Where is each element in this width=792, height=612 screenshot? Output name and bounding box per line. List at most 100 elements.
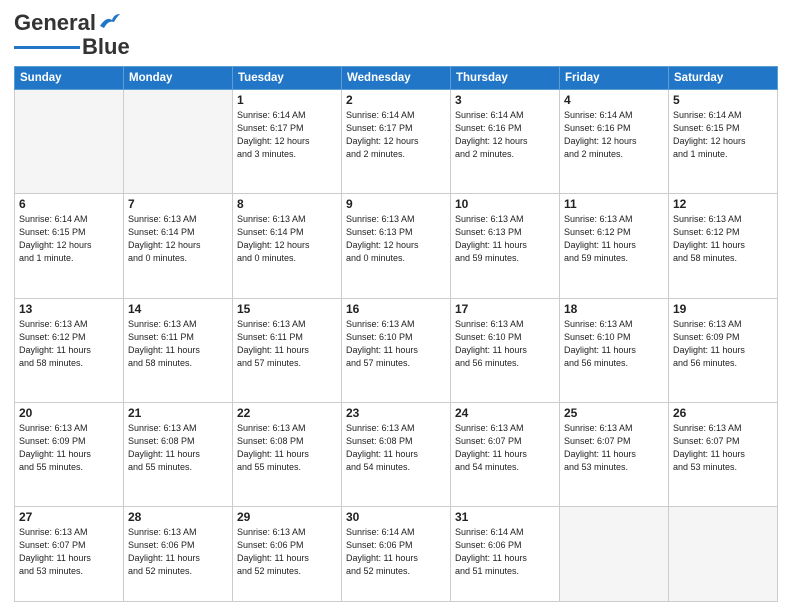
- day-number: 20: [19, 406, 119, 420]
- day-info: Sunrise: 6:14 AMSunset: 6:16 PMDaylight:…: [455, 109, 555, 161]
- day-info: Sunrise: 6:14 AMSunset: 6:15 PMDaylight:…: [19, 213, 119, 265]
- calendar-cell: 25 Sunrise: 6:13 AMSunset: 6:07 PMDayligh…: [560, 402, 669, 506]
- day-number: 5: [673, 93, 773, 107]
- logo-underline: [14, 46, 80, 49]
- calendar-cell: 12 Sunrise: 6:13 AMSunset: 6:12 PMDayligh…: [669, 194, 778, 298]
- day-info: Sunrise: 6:13 AMSunset: 6:14 PMDaylight:…: [237, 213, 337, 265]
- day-number: 7: [128, 197, 228, 211]
- calendar-cell: 28 Sunrise: 6:13 AMSunset: 6:06 PMDayligh…: [124, 507, 233, 602]
- calendar-week-row-1: 6Sunrise: 6:14 AMSunset: 6:15 PMDaylight…: [15, 194, 778, 298]
- day-number: 10: [455, 197, 555, 211]
- calendar-cell: 5 Sunrise: 6:14 AMSunset: 6:15 PMDaylight…: [669, 90, 778, 194]
- logo-general: General: [14, 10, 96, 36]
- day-info: Sunrise: 6:13 AMSunset: 6:13 PMDaylight:…: [346, 213, 446, 265]
- calendar-cell: 13 Sunrise: 6:13 AMSunset: 6:12 PMDayligh…: [15, 298, 124, 402]
- day-info: Sunrise: 6:13 AMSunset: 6:08 PMDaylight:…: [128, 422, 228, 474]
- day-number: 2: [346, 93, 446, 107]
- day-info: Sunrise: 6:13 AMSunset: 6:12 PMDaylight:…: [673, 213, 773, 265]
- day-info: Sunrise: 6:13 AMSunset: 6:07 PMDaylight:…: [673, 422, 773, 474]
- logo: General Blue: [14, 10, 130, 60]
- calendar-week-row-2: 13 Sunrise: 6:13 AMSunset: 6:12 PMDayligh…: [15, 298, 778, 402]
- day-info: Sunrise: 6:13 AMSunset: 6:11 PMDaylight:…: [237, 318, 337, 370]
- day-info: Sunrise: 6:13 AMSunset: 6:06 PMDaylight:…: [128, 526, 228, 578]
- calendar-cell: 23 Sunrise: 6:13 AMSunset: 6:08 PMDayligh…: [342, 402, 451, 506]
- calendar-cell: 1 Sunrise: 6:14 AMSunset: 6:17 PMDaylight…: [233, 90, 342, 194]
- day-number: 29: [237, 510, 337, 524]
- day-number: 21: [128, 406, 228, 420]
- day-info: Sunrise: 6:13 AMSunset: 6:08 PMDaylight:…: [346, 422, 446, 474]
- calendar-cell: 3 Sunrise: 6:14 AMSunset: 6:16 PMDaylight…: [451, 90, 560, 194]
- calendar-cell: 14 Sunrise: 6:13 AMSunset: 6:11 PMDayligh…: [124, 298, 233, 402]
- calendar-cell: 6Sunrise: 6:14 AMSunset: 6:15 PMDaylight…: [15, 194, 124, 298]
- day-info: Sunrise: 6:14 AMSunset: 6:17 PMDaylight:…: [237, 109, 337, 161]
- day-info: Sunrise: 6:13 AMSunset: 6:06 PMDaylight:…: [237, 526, 337, 578]
- calendar-header-monday: Monday: [124, 67, 233, 90]
- calendar-header-sunday: Sunday: [15, 67, 124, 90]
- calendar-cell: 20 Sunrise: 6:13 AMSunset: 6:09 PMDayligh…: [15, 402, 124, 506]
- calendar-cell: [560, 507, 669, 602]
- day-number: 27: [19, 510, 119, 524]
- day-info: Sunrise: 6:14 AMSunset: 6:15 PMDaylight:…: [673, 109, 773, 161]
- day-number: 3: [455, 93, 555, 107]
- day-info: Sunrise: 6:13 AMSunset: 6:10 PMDaylight:…: [455, 318, 555, 370]
- day-number: 11: [564, 197, 664, 211]
- day-number: 12: [673, 197, 773, 211]
- calendar-cell: 21 Sunrise: 6:13 AMSunset: 6:08 PMDayligh…: [124, 402, 233, 506]
- calendar-cell: 19 Sunrise: 6:13 AMSunset: 6:09 PMDayligh…: [669, 298, 778, 402]
- day-number: 4: [564, 93, 664, 107]
- day-number: 1: [237, 93, 337, 107]
- calendar-cell: 22 Sunrise: 6:13 AMSunset: 6:08 PMDayligh…: [233, 402, 342, 506]
- day-number: 24: [455, 406, 555, 420]
- calendar-cell: 15 Sunrise: 6:13 AMSunset: 6:11 PMDayligh…: [233, 298, 342, 402]
- calendar-cell: 24 Sunrise: 6:13 AMSunset: 6:07 PMDayligh…: [451, 402, 560, 506]
- day-info: Sunrise: 6:13 AMSunset: 6:10 PMDaylight:…: [564, 318, 664, 370]
- calendar-cell: 4Sunrise: 6:14 AMSunset: 6:16 PMDaylight…: [560, 90, 669, 194]
- day-info: Sunrise: 6:14 AMSunset: 6:06 PMDaylight:…: [346, 526, 446, 578]
- day-info: Sunrise: 6:14 AMSunset: 6:17 PMDaylight:…: [346, 109, 446, 161]
- calendar-cell: 16Sunrise: 6:13 AMSunset: 6:10 PMDayligh…: [342, 298, 451, 402]
- day-number: 25: [564, 406, 664, 420]
- calendar-cell: 26 Sunrise: 6:13 AMSunset: 6:07 PMDayligh…: [669, 402, 778, 506]
- day-number: 26: [673, 406, 773, 420]
- day-info: Sunrise: 6:13 AMSunset: 6:08 PMDaylight:…: [237, 422, 337, 474]
- calendar-cell: 10 Sunrise: 6:13 AMSunset: 6:13 PMDayligh…: [451, 194, 560, 298]
- day-number: 13: [19, 302, 119, 316]
- day-number: 8: [237, 197, 337, 211]
- day-number: 16: [346, 302, 446, 316]
- calendar-table: SundayMondayTuesdayWednesdayThursdayFrid…: [14, 66, 778, 602]
- day-number: 18: [564, 302, 664, 316]
- day-number: 22: [237, 406, 337, 420]
- calendar-cell: 31Sunrise: 6:14 AMSunset: 6:06 PMDayligh…: [451, 507, 560, 602]
- day-number: 15: [237, 302, 337, 316]
- day-number: 30: [346, 510, 446, 524]
- day-number: 23: [346, 406, 446, 420]
- calendar-cell: [15, 90, 124, 194]
- calendar-header-thursday: Thursday: [451, 67, 560, 90]
- day-info: Sunrise: 6:13 AMSunset: 6:07 PMDaylight:…: [564, 422, 664, 474]
- day-info: Sunrise: 6:13 AMSunset: 6:11 PMDaylight:…: [128, 318, 228, 370]
- day-number: 14: [128, 302, 228, 316]
- calendar-header-saturday: Saturday: [669, 67, 778, 90]
- calendar-week-row-0: 1 Sunrise: 6:14 AMSunset: 6:17 PMDaylight…: [15, 90, 778, 194]
- day-info: Sunrise: 6:14 AMSunset: 6:06 PMDaylight:…: [455, 526, 555, 578]
- day-number: 28: [128, 510, 228, 524]
- day-info: Sunrise: 6:13 AMSunset: 6:07 PMDaylight:…: [455, 422, 555, 474]
- calendar-cell: 11 Sunrise: 6:13 AMSunset: 6:12 PMDayligh…: [560, 194, 669, 298]
- calendar-week-row-4: 27Sunrise: 6:13 AMSunset: 6:07 PMDayligh…: [15, 507, 778, 602]
- day-info: Sunrise: 6:13 AMSunset: 6:09 PMDaylight:…: [673, 318, 773, 370]
- day-info: Sunrise: 6:13 AMSunset: 6:09 PMDaylight:…: [19, 422, 119, 474]
- calendar-cell: 27Sunrise: 6:13 AMSunset: 6:07 PMDayligh…: [15, 507, 124, 602]
- calendar-cell: 8 Sunrise: 6:13 AMSunset: 6:14 PMDaylight…: [233, 194, 342, 298]
- calendar-cell: 7Sunrise: 6:13 AMSunset: 6:14 PMDaylight…: [124, 194, 233, 298]
- logo-bird-icon: [98, 12, 120, 30]
- calendar-cell: 17 Sunrise: 6:13 AMSunset: 6:10 PMDayligh…: [451, 298, 560, 402]
- day-number: 17: [455, 302, 555, 316]
- day-info: Sunrise: 6:13 AMSunset: 6:12 PMDaylight:…: [19, 318, 119, 370]
- day-info: Sunrise: 6:13 AMSunset: 6:12 PMDaylight:…: [564, 213, 664, 265]
- logo-blue: Blue: [82, 34, 130, 60]
- calendar-cell: 9Sunrise: 6:13 AMSunset: 6:13 PMDaylight…: [342, 194, 451, 298]
- calendar-week-row-3: 20 Sunrise: 6:13 AMSunset: 6:09 PMDayligh…: [15, 402, 778, 506]
- day-number: 19: [673, 302, 773, 316]
- calendar-cell: 29 Sunrise: 6:13 AMSunset: 6:06 PMDayligh…: [233, 507, 342, 602]
- day-info: Sunrise: 6:13 AMSunset: 6:13 PMDaylight:…: [455, 213, 555, 265]
